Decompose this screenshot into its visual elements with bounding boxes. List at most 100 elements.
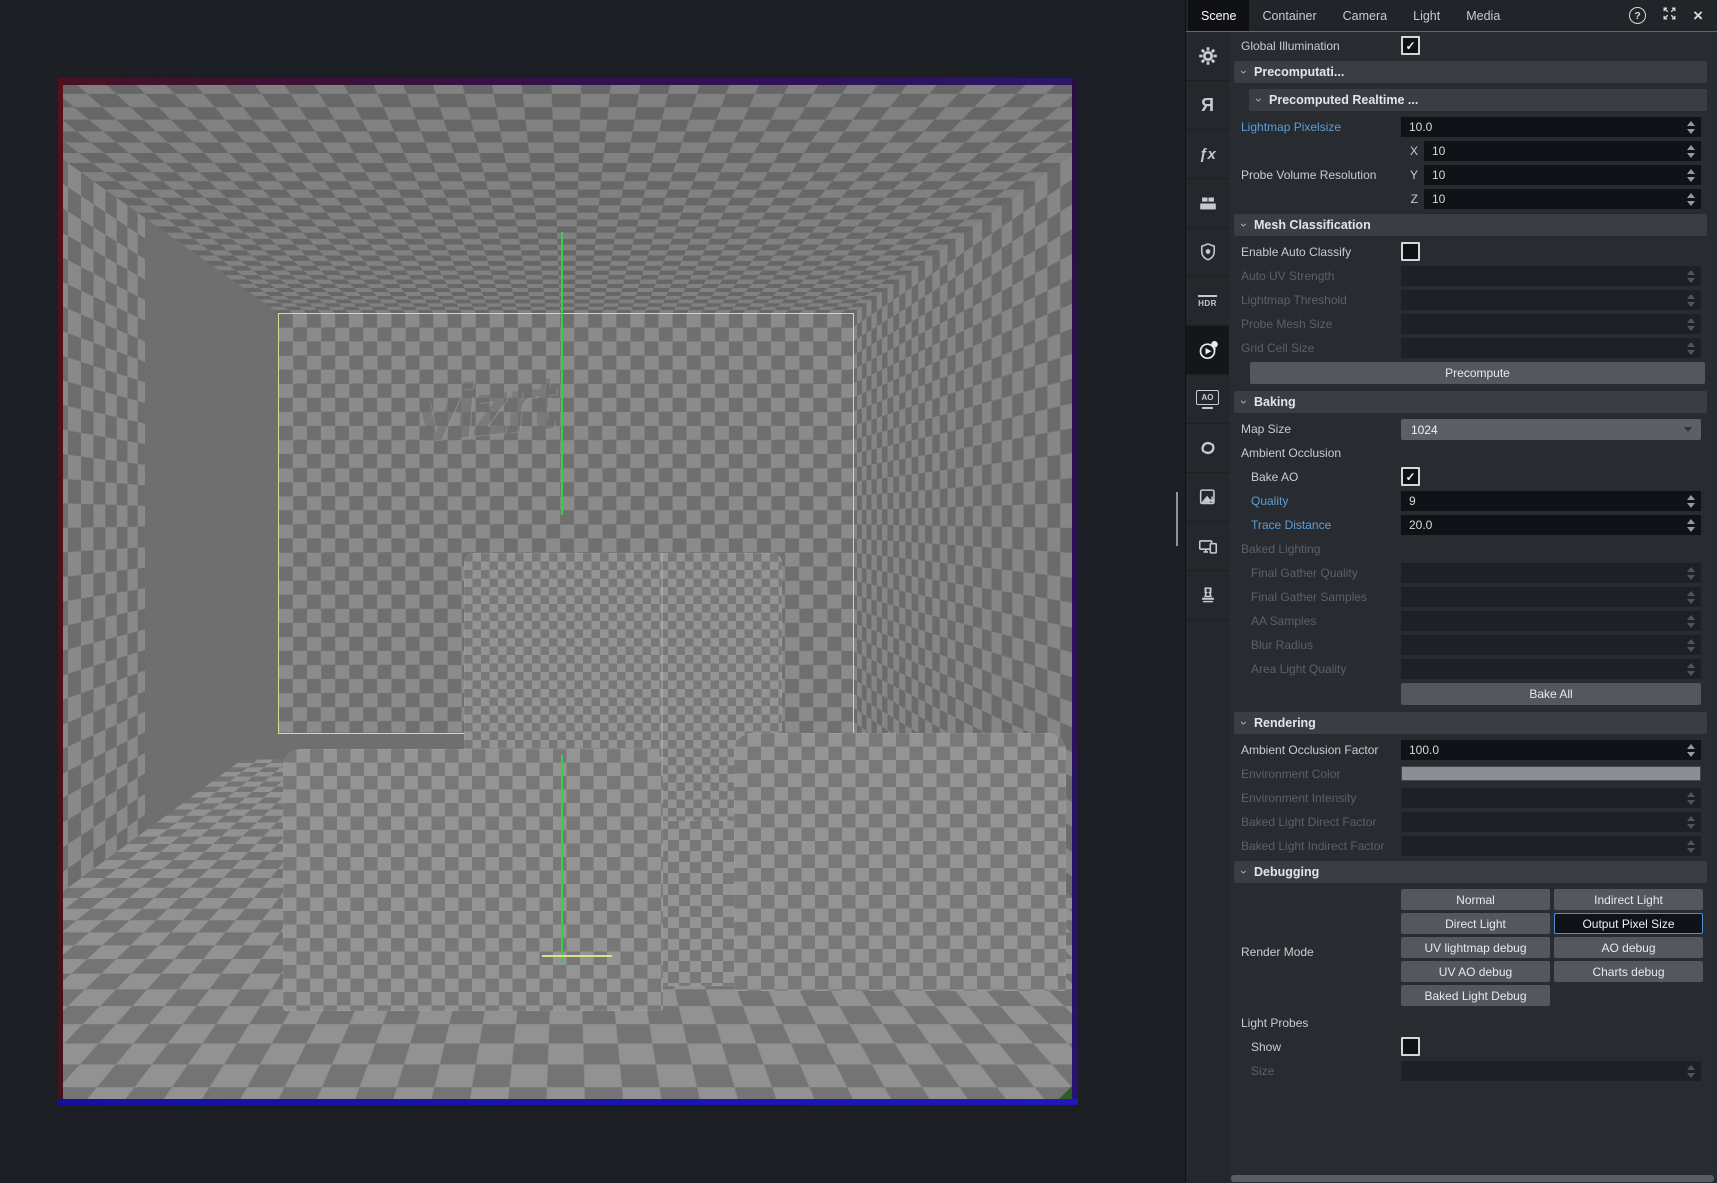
properties-panel: SceneContainerCameraLightMedia ? ×: [1185, 0, 1717, 1183]
render-mode-uv-lightmap-debug[interactable]: UV lightmap debug: [1401, 937, 1550, 958]
value-field: [1401, 812, 1701, 832]
viewport-3d[interactable]: vizrt: [58, 78, 1078, 1105]
close-icon[interactable]: ×: [1693, 7, 1703, 24]
section-title: Precomputed Realtime ...: [1269, 93, 1418, 107]
stepper-arrows[interactable]: [1681, 169, 1701, 182]
checkbox-enable-auto-classify[interactable]: [1401, 242, 1420, 261]
bake-all-button[interactable]: Bake All: [1401, 683, 1701, 705]
checkbox-show[interactable]: [1401, 1037, 1420, 1056]
ambient-occlusion-icon[interactable]: AO: [1186, 375, 1229, 424]
settings-icon[interactable]: [1186, 32, 1229, 81]
safe-area-shield-icon[interactable]: [1186, 228, 1229, 277]
global-illumination-icon[interactable]: [1186, 326, 1229, 375]
stepper-arrows[interactable]: [1681, 121, 1701, 134]
render-mode-ao-debug[interactable]: AO debug: [1554, 937, 1703, 958]
section-header-baking[interactable]: ›Baking: [1234, 391, 1707, 413]
precompute-button[interactable]: Precompute: [1250, 362, 1705, 384]
stepper-arrows[interactable]: [1681, 744, 1701, 757]
step-down-icon: [1687, 599, 1695, 604]
container-blocks-icon[interactable]: [1186, 179, 1229, 228]
stepper-arrows[interactable]: [1681, 145, 1701, 158]
devices-icon[interactable]: [1186, 522, 1229, 571]
vizrt-logo: vizrt: [412, 359, 557, 460]
step-down-icon[interactable]: [1687, 153, 1695, 158]
step-up-icon[interactable]: [1687, 121, 1695, 126]
step-up-icon[interactable]: [1687, 193, 1695, 198]
sync-icon[interactable]: [1186, 424, 1229, 473]
tab-light[interactable]: Light: [1400, 0, 1453, 31]
step-down-icon[interactable]: [1687, 503, 1695, 508]
step-up-icon[interactable]: [1687, 169, 1695, 174]
section-header-debugging[interactable]: ›Debugging: [1234, 861, 1707, 883]
step-down-icon[interactable]: [1687, 129, 1695, 134]
stepper-arrows: [1681, 270, 1701, 283]
render-mode-output-pixel-size[interactable]: Output Pixel Size: [1554, 913, 1703, 934]
step-down-icon[interactable]: [1687, 752, 1695, 757]
stepper-arrows: [1681, 792, 1701, 805]
image-export-icon[interactable]: [1186, 473, 1229, 522]
step-up-icon[interactable]: [1687, 145, 1695, 150]
step-down-icon[interactable]: [1687, 527, 1695, 532]
step-up-icon: [1687, 591, 1695, 596]
section-header-precomputati[interactable]: ›Precomputati...: [1234, 61, 1707, 83]
r-logo-icon[interactable]: R: [1186, 81, 1229, 130]
step-up-icon[interactable]: [1687, 519, 1695, 524]
field-value: 20.0: [1401, 518, 1681, 532]
dropdown-map-size[interactable]: 1024: [1401, 419, 1701, 440]
value-field: [1401, 611, 1701, 631]
section-header-rendering[interactable]: ›Rendering: [1234, 712, 1707, 734]
tab-container[interactable]: Container: [1249, 0, 1329, 31]
label: Probe Mesh Size: [1234, 317, 1332, 331]
stamp-icon[interactable]: U: [1186, 571, 1229, 620]
step-down-icon[interactable]: [1687, 177, 1695, 182]
render-mode-normal[interactable]: Normal: [1401, 889, 1550, 910]
value-field[interactable]: 100.0: [1401, 740, 1701, 760]
label: Map Size: [1234, 422, 1291, 436]
chevron-down-icon: ›: [1252, 98, 1266, 102]
label: Bake AO: [1234, 470, 1298, 484]
effects-fx-icon[interactable]: ƒx: [1186, 130, 1229, 179]
value-field[interactable]: 20.0: [1401, 515, 1701, 535]
step-up-icon[interactable]: [1687, 495, 1695, 500]
stepper-arrows[interactable]: [1681, 193, 1701, 206]
step-up-icon: [1687, 1065, 1695, 1070]
value-field[interactable]: 10: [1424, 165, 1701, 185]
label: Grid Cell Size: [1234, 341, 1314, 355]
value-field: [1401, 290, 1701, 310]
step-up-icon: [1687, 840, 1695, 845]
render-mode-direct-light[interactable]: Direct Light: [1401, 913, 1550, 934]
section-header-precomputed-realtime[interactable]: ›Precomputed Realtime ...: [1249, 89, 1707, 111]
stepper-arrows[interactable]: [1681, 495, 1701, 508]
stepper-arrows[interactable]: [1681, 519, 1701, 532]
panel-content: Global Illumination✓›Precomputati...›Pre…: [1229, 32, 1717, 1183]
tab-scene[interactable]: Scene: [1188, 0, 1249, 31]
render-mode-baked-light-debug[interactable]: Baked Light Debug: [1401, 985, 1550, 1006]
render-mode-charts-debug[interactable]: Charts debug: [1554, 961, 1703, 982]
step-down-icon: [1687, 647, 1695, 652]
row-aa-samples: AA Samples: [1234, 611, 1707, 631]
checkbox-global-illumination[interactable]: ✓: [1401, 36, 1420, 55]
row-bake-ao: Bake AO ✓: [1234, 467, 1707, 487]
render-mode-indirect-light[interactable]: Indirect Light: [1554, 889, 1703, 910]
checkbox-bake-ao[interactable]: ✓: [1401, 467, 1420, 486]
strip-scrollbar[interactable]: [1176, 492, 1178, 546]
section-header-mesh-classification[interactable]: ›Mesh Classification: [1234, 214, 1707, 236]
render-mode-uv-ao-debug[interactable]: UV AO debug: [1401, 961, 1550, 982]
row-grid-cell-size: Grid Cell Size: [1234, 338, 1707, 358]
step-down-icon[interactable]: [1687, 201, 1695, 206]
step-down-icon: [1687, 671, 1695, 676]
help-icon[interactable]: ?: [1629, 7, 1646, 24]
expand-icon[interactable]: [1661, 5, 1678, 27]
section-title: Precomputati...: [1254, 65, 1344, 79]
hdr-icon[interactable]: HDR: [1186, 277, 1229, 326]
horizontal-scrollbar[interactable]: [1231, 1175, 1714, 1182]
value-field[interactable]: 10: [1424, 189, 1701, 209]
label: Lightmap Threshold: [1234, 293, 1347, 307]
value-field[interactable]: 10.0: [1401, 117, 1701, 137]
value-field[interactable]: 9: [1401, 491, 1701, 511]
step-up-icon: [1687, 792, 1695, 797]
tab-camera[interactable]: Camera: [1330, 0, 1400, 31]
value-field[interactable]: 10: [1424, 141, 1701, 161]
tab-media[interactable]: Media: [1453, 0, 1513, 31]
step-up-icon[interactable]: [1687, 744, 1695, 749]
